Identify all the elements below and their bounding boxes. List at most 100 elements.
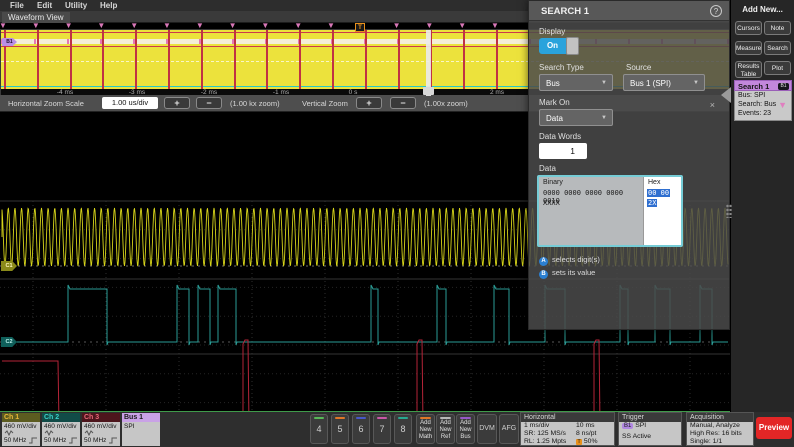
- menu-item-edit[interactable]: Edit: [37, 1, 52, 10]
- channel-card-body: 460 mV/div50 MHz: [42, 422, 80, 446]
- channel-card-body: 460 mV/div50 MHz: [2, 422, 40, 446]
- mark-on-label: Mark On: [539, 98, 570, 107]
- knob-b-hint-text: sets its value: [552, 268, 595, 277]
- binary-value-line2[interactable]: XXXX: [543, 199, 560, 207]
- channel-button-5[interactable]: 5: [331, 414, 349, 444]
- bandwidth-limit-icon: [28, 437, 38, 444]
- acq-resolution: High Res: 16 bits: [690, 430, 742, 437]
- channel-card-1[interactable]: Ch 1460 mV/div50 MHz: [2, 413, 40, 446]
- menu-item-utility[interactable]: Utility: [65, 1, 87, 10]
- sidebar-button-note[interactable]: Note: [764, 21, 791, 35]
- channel-card-body: 460 mV/div50 MHz: [82, 422, 120, 446]
- right-sidebar: Add New... CursorsNoteMeasureSearchResul…: [730, 0, 794, 412]
- panel-drag-handle[interactable]: [726, 204, 732, 218]
- bus-type: SPI: [124, 423, 134, 430]
- sidebar-button-plot[interactable]: Plot: [764, 61, 791, 75]
- display-toggle[interactable]: On: [539, 38, 579, 54]
- search-card-pointer: [721, 87, 731, 103]
- trigger-condition: SS Active: [622, 433, 651, 440]
- h-position: 50%: [584, 438, 598, 445]
- overview-event-line: [37, 30, 39, 89]
- overview-event-line: [398, 30, 400, 89]
- v-zoom-readout: (1.00x zoom): [424, 99, 468, 108]
- knob-a-icon: A: [539, 257, 548, 266]
- search-card-body[interactable]: ▼ Bus: SPISearch: BusEvents: 23: [734, 91, 792, 121]
- search-dialog-titlebar[interactable]: SEARCH 1 ?: [529, 1, 729, 21]
- channel-button-label: 6: [353, 424, 369, 434]
- v-zoom-plus-button[interactable]: +: [356, 97, 382, 109]
- channel-card-name: Ch 2: [42, 413, 80, 422]
- h-zoom-minus-button[interactable]: −: [196, 97, 222, 109]
- search-type-dropdown[interactable]: Bus ▼: [539, 74, 613, 91]
- data-pattern-box[interactable]: Binary 0000 0000 0000 0000 0010 XXXX Hex…: [537, 175, 683, 247]
- afg-button[interactable]: AFG: [499, 414, 519, 444]
- acquisition-panel[interactable]: Acquisition Manual, Analyze High Res: 16…: [686, 412, 754, 446]
- hex-value-line1[interactable]: 00 00: [647, 189, 670, 197]
- channel-color-line: [335, 417, 345, 419]
- trigger-source-badge: B1: [622, 423, 633, 429]
- trigger-panel[interactable]: Trigger B1 SPI SS Active: [618, 412, 682, 446]
- channel-color-line: [356, 417, 366, 419]
- help-icon[interactable]: ?: [710, 5, 722, 17]
- close-icon[interactable]: ×: [710, 100, 715, 110]
- knob-a-hint-text: selects digit(s): [552, 255, 600, 264]
- overview-event-line: [496, 30, 498, 89]
- data-words-input[interactable]: 1: [539, 143, 587, 159]
- add-button-color-line: [460, 417, 471, 419]
- overview-event-line: [102, 30, 104, 89]
- display-toggle-knob[interactable]: [566, 37, 579, 55]
- channel-button-6[interactable]: 6: [352, 414, 370, 444]
- menu-item-help[interactable]: Help: [100, 1, 117, 10]
- overview-event-line: [332, 30, 334, 89]
- horizontal-panel[interactable]: Horizontal 1 ms/div10 ms SR: 125 MS/s8 n…: [520, 412, 615, 446]
- display-label: Display: [539, 27, 565, 36]
- binary-pane[interactable]: Binary 0000 0000 0000 0000 0010 XXXX: [539, 177, 643, 245]
- h-scale: 1 ms/div: [524, 422, 549, 429]
- preview-button[interactable]: Preview: [756, 417, 792, 439]
- status-bar: Ch 1460 mV/div50 MHzCh 2460 mV/div50 MHz…: [0, 412, 794, 447]
- bus-card-1[interactable]: Bus 1SPI: [122, 413, 160, 446]
- sidebar-button-search[interactable]: Search: [764, 41, 791, 55]
- add-new-bus-button[interactable]: AddNewBus: [456, 414, 475, 444]
- search-type-label: Search Type: [539, 63, 584, 72]
- search-card-bus-badge: B1: [778, 83, 789, 90]
- add-new-math-button[interactable]: AddNewMath: [416, 414, 435, 444]
- coupling-icon: [84, 430, 94, 436]
- source-dropdown[interactable]: Bus 1 (SPI) ▼: [623, 74, 705, 91]
- display-toggle-state: On: [539, 38, 566, 54]
- zoom-window-indicator[interactable]: [426, 30, 431, 96]
- h-resolution: 8 ns/pt: [576, 430, 596, 437]
- chevron-down-icon: ▼: [601, 80, 607, 86]
- add-button-color-line: [440, 417, 451, 419]
- mark-on-dropdown[interactable]: Data ▼: [539, 109, 613, 126]
- overview-event-line: [365, 30, 367, 89]
- trigger-panel-title: Trigger: [619, 413, 681, 422]
- sidebar-button-results-table[interactable]: ResultsTable: [735, 61, 762, 78]
- h-zoom-plus-button[interactable]: +: [164, 97, 190, 109]
- hex-value-line2[interactable]: 2X: [647, 199, 657, 207]
- overview-event-line: [234, 30, 236, 89]
- channel-button-7[interactable]: 7: [373, 414, 391, 444]
- overview-event-line: [135, 30, 137, 89]
- search-results-card[interactable]: Search 1 B1 ▼ Bus: SPISearch: BusEvents:…: [734, 80, 792, 121]
- add-button-color-line: [420, 417, 431, 419]
- channel-card-2[interactable]: Ch 2460 mV/div50 MHz: [42, 413, 80, 446]
- channel-card-3[interactable]: Ch 3460 mV/div50 MHz: [82, 413, 120, 446]
- menu-item-file[interactable]: File: [10, 1, 24, 10]
- trigger-position-marker[interactable]: T: [355, 23, 365, 32]
- sidebar-button-cursors[interactable]: Cursors: [735, 21, 762, 35]
- zoom-window-handle[interactable]: [423, 87, 434, 95]
- h-zoom-scale-input[interactable]: 1.00 us/div: [102, 97, 158, 109]
- sidebar-button-measure[interactable]: Measure: [735, 41, 762, 55]
- v-zoom-minus-button[interactable]: −: [390, 97, 416, 109]
- channel-button-8[interactable]: 8: [394, 414, 412, 444]
- add-new-ref-button[interactable]: AddNewRef: [436, 414, 455, 444]
- channel-color-line: [398, 417, 408, 419]
- overview-event-line: [70, 30, 72, 89]
- add-button-label: AddNewRef: [437, 420, 454, 441]
- hex-pane[interactable]: Hex 00 00 2X: [643, 177, 681, 245]
- overview-event-line: [266, 30, 268, 89]
- dvm-button[interactable]: DVM: [477, 414, 497, 444]
- channel-button-4[interactable]: 4: [310, 414, 328, 444]
- search-card-header[interactable]: Search 1 B1: [734, 80, 792, 91]
